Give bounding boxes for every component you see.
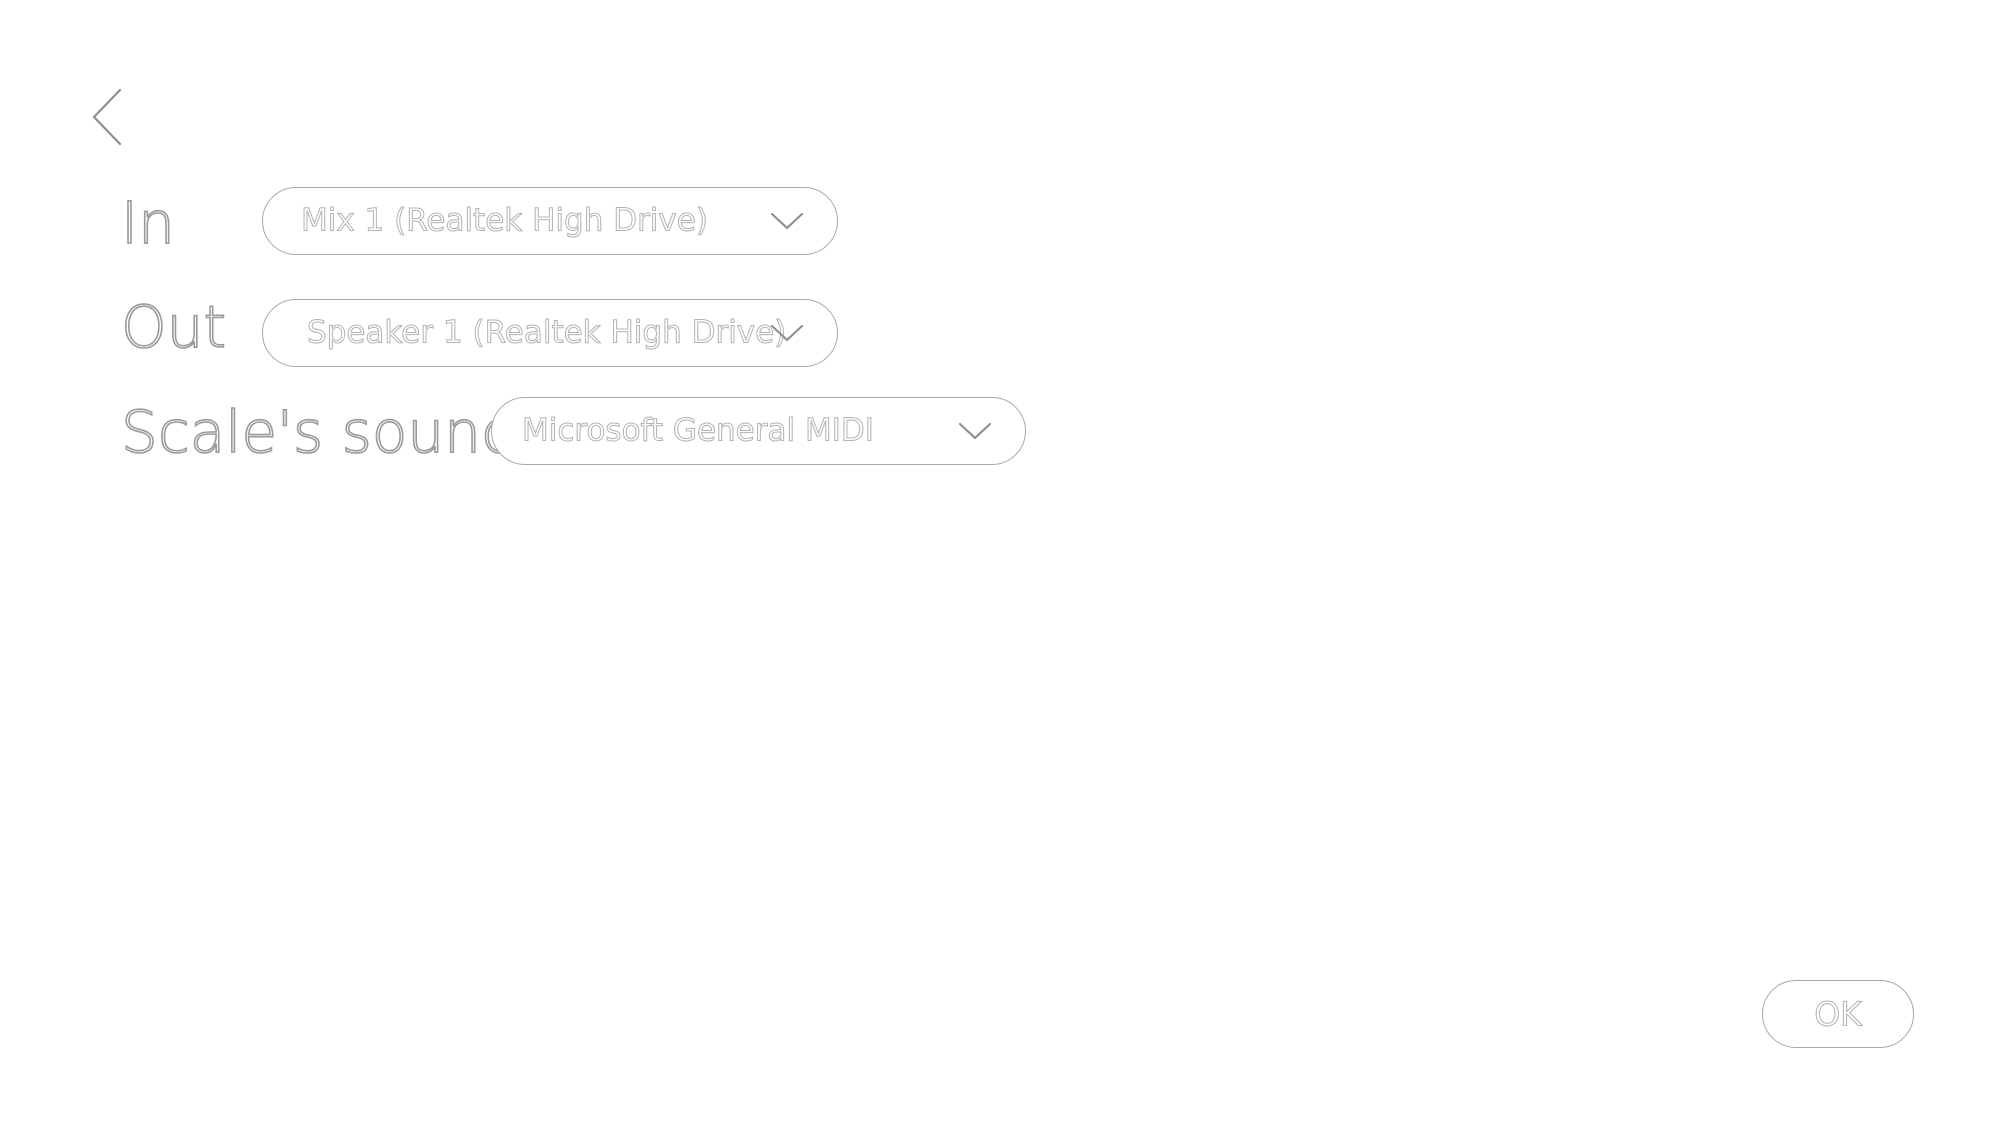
in-device-value: Mix 1 (Realtek High Drive) <box>301 202 709 239</box>
scale-sound-label: Scale's sound <box>120 398 518 466</box>
ok-button-label: OK <box>1814 994 1863 1034</box>
chevron-left-icon <box>86 86 130 148</box>
out-device-select[interactable]: Speaker 1 (Realtek High Drive) <box>262 299 838 367</box>
chevron-down-icon <box>770 211 804 231</box>
in-device-select[interactable]: Mix 1 (Realtek High Drive) <box>262 187 838 255</box>
back-button[interactable] <box>86 86 130 148</box>
chevron-down-icon <box>958 421 992 441</box>
chevron-down-icon <box>770 323 804 343</box>
out-label: Out <box>120 293 227 361</box>
out-device-value: Speaker 1 (Realtek High Drive) <box>306 314 787 351</box>
in-label: In <box>120 189 175 257</box>
scale-sound-select[interactable]: Microsoft General MIDI <box>491 397 1026 465</box>
scale-sound-value: Microsoft General MIDI <box>522 412 875 449</box>
ok-button[interactable]: OK <box>1762 980 1914 1048</box>
